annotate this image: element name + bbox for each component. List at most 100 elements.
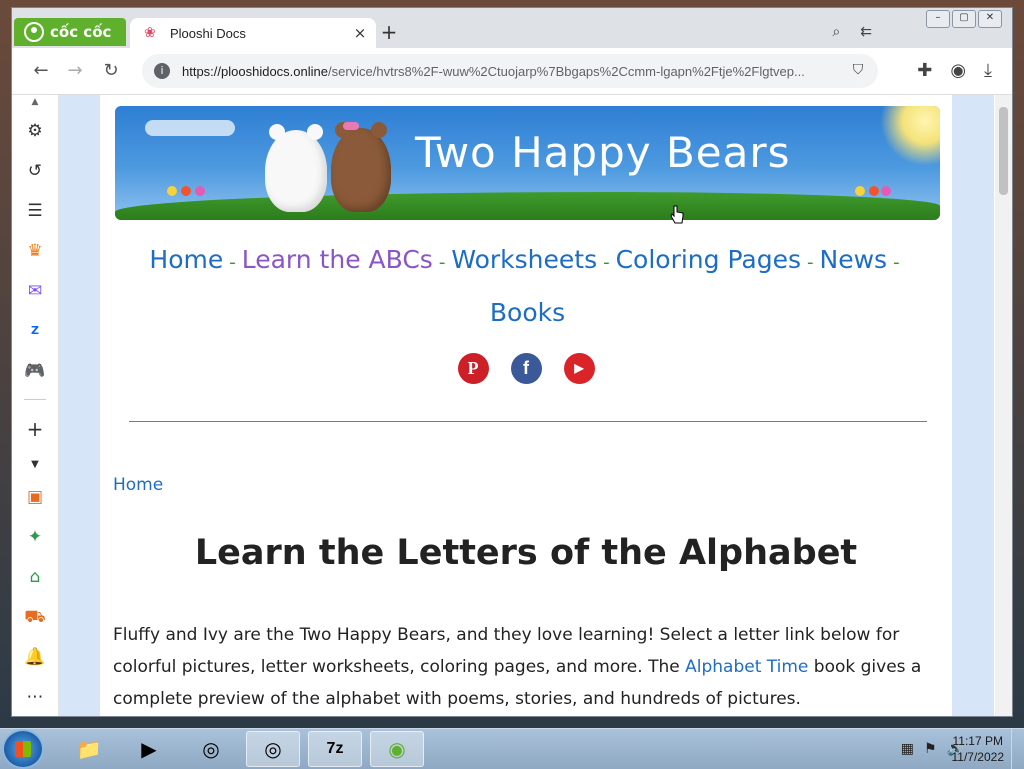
more-icon[interactable]: ⋯ (23, 685, 47, 709)
banner-title: Two Happy Bears (415, 128, 791, 177)
history-icon[interactable]: ↺ (23, 159, 47, 183)
minimize-button[interactable]: – (926, 10, 950, 28)
shopping-cart-icon[interactable]: ⛟ (23, 605, 47, 629)
brown-bear-ivy (331, 122, 391, 212)
nav-home[interactable]: Home (149, 245, 223, 274)
start-button[interactable] (4, 731, 42, 767)
nav-separator: - (603, 252, 610, 273)
taskbar: 📁 ▶ ◎ ◎ 7z ◉ ▦ ⚑ 🔊 11:17 PM 11/7/2022 (0, 728, 1024, 769)
lotus-favicon-icon: ❀ (144, 25, 156, 41)
window-controls: – ▢ ✕ (926, 10, 1002, 28)
flower-graphic (881, 186, 891, 196)
cloud-graphic (145, 120, 235, 136)
coccoc-menu-button[interactable]: cốc cốc (14, 18, 126, 46)
notification-bell-icon[interactable]: 🔔 (23, 645, 47, 669)
crown-icon[interactable]: ♛ (23, 239, 47, 263)
address-bar[interactable]: i https://plooshidocs.online/service/hvt… (142, 54, 878, 88)
7zip-icon[interactable]: 7z (308, 731, 362, 767)
shopping-bag-icon[interactable]: ▣ (23, 485, 47, 509)
site-info-icon[interactable]: i (154, 63, 170, 79)
social-links: P f ▶ (100, 353, 952, 384)
maximize-button[interactable]: ▢ (952, 10, 976, 28)
flower-graphic (195, 186, 205, 196)
site-banner[interactable]: Two Happy Bears (115, 106, 940, 220)
nav-separator: - (893, 252, 900, 273)
close-tab-icon[interactable]: × (352, 24, 368, 42)
media-player-icon[interactable]: ▶ (122, 731, 176, 767)
scroll-up-arrow-icon[interactable]: ▲ (23, 97, 47, 107)
tab-strip-tools: ⌕ ⇇ (832, 24, 872, 40)
sidebar: ▲ ⚙ ↺ ☰ ♛ ✉ Z 🎮 + ▼ ▣ ✦ ⌂ ⛟ 🔔 ⋯ (12, 95, 59, 716)
expand-arrow-icon[interactable]: ▼ (23, 453, 47, 477)
show-desktop-button[interactable] (1011, 729, 1024, 769)
gift-icon[interactable]: ✦ (23, 525, 47, 549)
messenger-icon[interactable]: ✉ (23, 279, 47, 303)
profile-icon[interactable]: ◉ (950, 60, 966, 81)
clock[interactable]: 11:17 PM 11/7/2022 (952, 733, 1005, 765)
action-center-flag-icon[interactable]: ⚑ (924, 741, 937, 757)
nav-worksheets[interactable]: Worksheets (451, 245, 597, 274)
url-text[interactable]: https://plooshidocs.online/service/hvtrs… (182, 64, 850, 79)
forward-icon[interactable]: → (64, 60, 86, 82)
bear-ear (307, 124, 323, 140)
chrome-icon[interactable]: ◎ (184, 731, 238, 767)
new-tab-button[interactable]: + (378, 22, 400, 42)
nav-news[interactable]: News (820, 245, 888, 274)
shield-icon[interactable]: ⛉ (850, 62, 866, 80)
youtube-icon[interactable]: ▶ (563, 353, 595, 384)
nav-separator: - (438, 252, 446, 273)
nav-learn-abcs[interactable]: Learn the ABCs (242, 245, 433, 274)
nav-coloring-pages[interactable]: Coloring Pages (616, 245, 801, 274)
tab-strip: cốc cốc ❀ Plooshi Docs × + ⌕ ⇇ – ▢ ✕ (12, 8, 1012, 48)
game-controller-icon[interactable]: 🎮 (23, 359, 47, 383)
nav-separator: - (807, 252, 814, 273)
settings-icon[interactable]: ⚙ (23, 119, 47, 143)
close-window-button[interactable]: ✕ (978, 10, 1002, 28)
flower-graphic (181, 186, 191, 196)
flower-graphic (869, 186, 879, 196)
white-bear-fluffy (265, 124, 327, 212)
clock-date: 11/7/2022 (951, 750, 1005, 764)
reading-list-icon[interactable]: ☰ (23, 199, 47, 223)
pinterest-icon[interactable]: P (457, 353, 489, 384)
facebook-icon[interactable]: f (510, 353, 542, 384)
network-icon[interactable]: ▦ (901, 741, 914, 757)
page-scrollbar[interactable] (995, 95, 1012, 716)
chrome-profile-icon[interactable]: ◎ (246, 731, 300, 767)
tab-search-icon[interactable]: ⌕ (832, 24, 840, 40)
page-content: Two Happy Bears Home - Learn the ABCs - Work… (100, 95, 952, 716)
brand-label: cốc cốc (50, 23, 112, 41)
browser-window: cốc cốc ❀ Plooshi Docs × + ⌕ ⇇ – ▢ ✕ ← →… (12, 8, 1012, 716)
7zip-label: 7z (326, 740, 344, 757)
grass-graphic (115, 192, 940, 220)
nav-separator: - (229, 252, 236, 273)
file-explorer-icon[interactable]: 📁 (62, 731, 116, 767)
divider-line (129, 421, 927, 422)
flower-graphic (855, 186, 865, 196)
web-page: Two Happy Bears Home - Learn the ABCs - Work… (59, 95, 994, 716)
reload-icon[interactable]: ↻ (100, 60, 122, 82)
scrollbar-thumb[interactable] (999, 107, 1008, 195)
zalo-icon[interactable]: Z (23, 319, 47, 343)
tab-title: Plooshi Docs (170, 25, 246, 41)
add-sidebar-item-icon[interactable]: + (23, 417, 47, 441)
bear-ear (371, 122, 387, 138)
page-title: Learn the Letters of the Alphabet (194, 533, 858, 573)
hand-cursor-icon (670, 205, 684, 224)
graduation-cap-icon[interactable]: ⌂ (23, 565, 47, 589)
back-icon[interactable]: ← (30, 60, 52, 82)
back-arrow-small-icon[interactable]: ⇇ (860, 24, 872, 40)
site-nav: Home - Learn the ABCs - Worksheets - Coloring … (115, 235, 940, 338)
coccoc-taskbar-icon[interactable]: ◉ (370, 731, 424, 767)
alphabet-time-link[interactable]: Alphabet Time (685, 657, 808, 677)
toolbar-actions: ✚ ◉ ⤓ (917, 60, 992, 81)
download-icon[interactable]: ⤓ (984, 60, 992, 81)
extensions-icon[interactable]: ✚ (917, 60, 932, 81)
bear-ear (269, 124, 285, 140)
coccoc-logo-icon (24, 22, 44, 42)
breadcrumb-home[interactable]: Home (113, 475, 163, 495)
sun-graphic (880, 106, 940, 166)
nav-books[interactable]: Books (490, 298, 565, 327)
tab-plooshi-docs[interactable]: ❀ Plooshi Docs × (130, 18, 376, 48)
intro-paragraph: Fluffy and Ivy are the Two Happy Bears, … (113, 625, 922, 709)
